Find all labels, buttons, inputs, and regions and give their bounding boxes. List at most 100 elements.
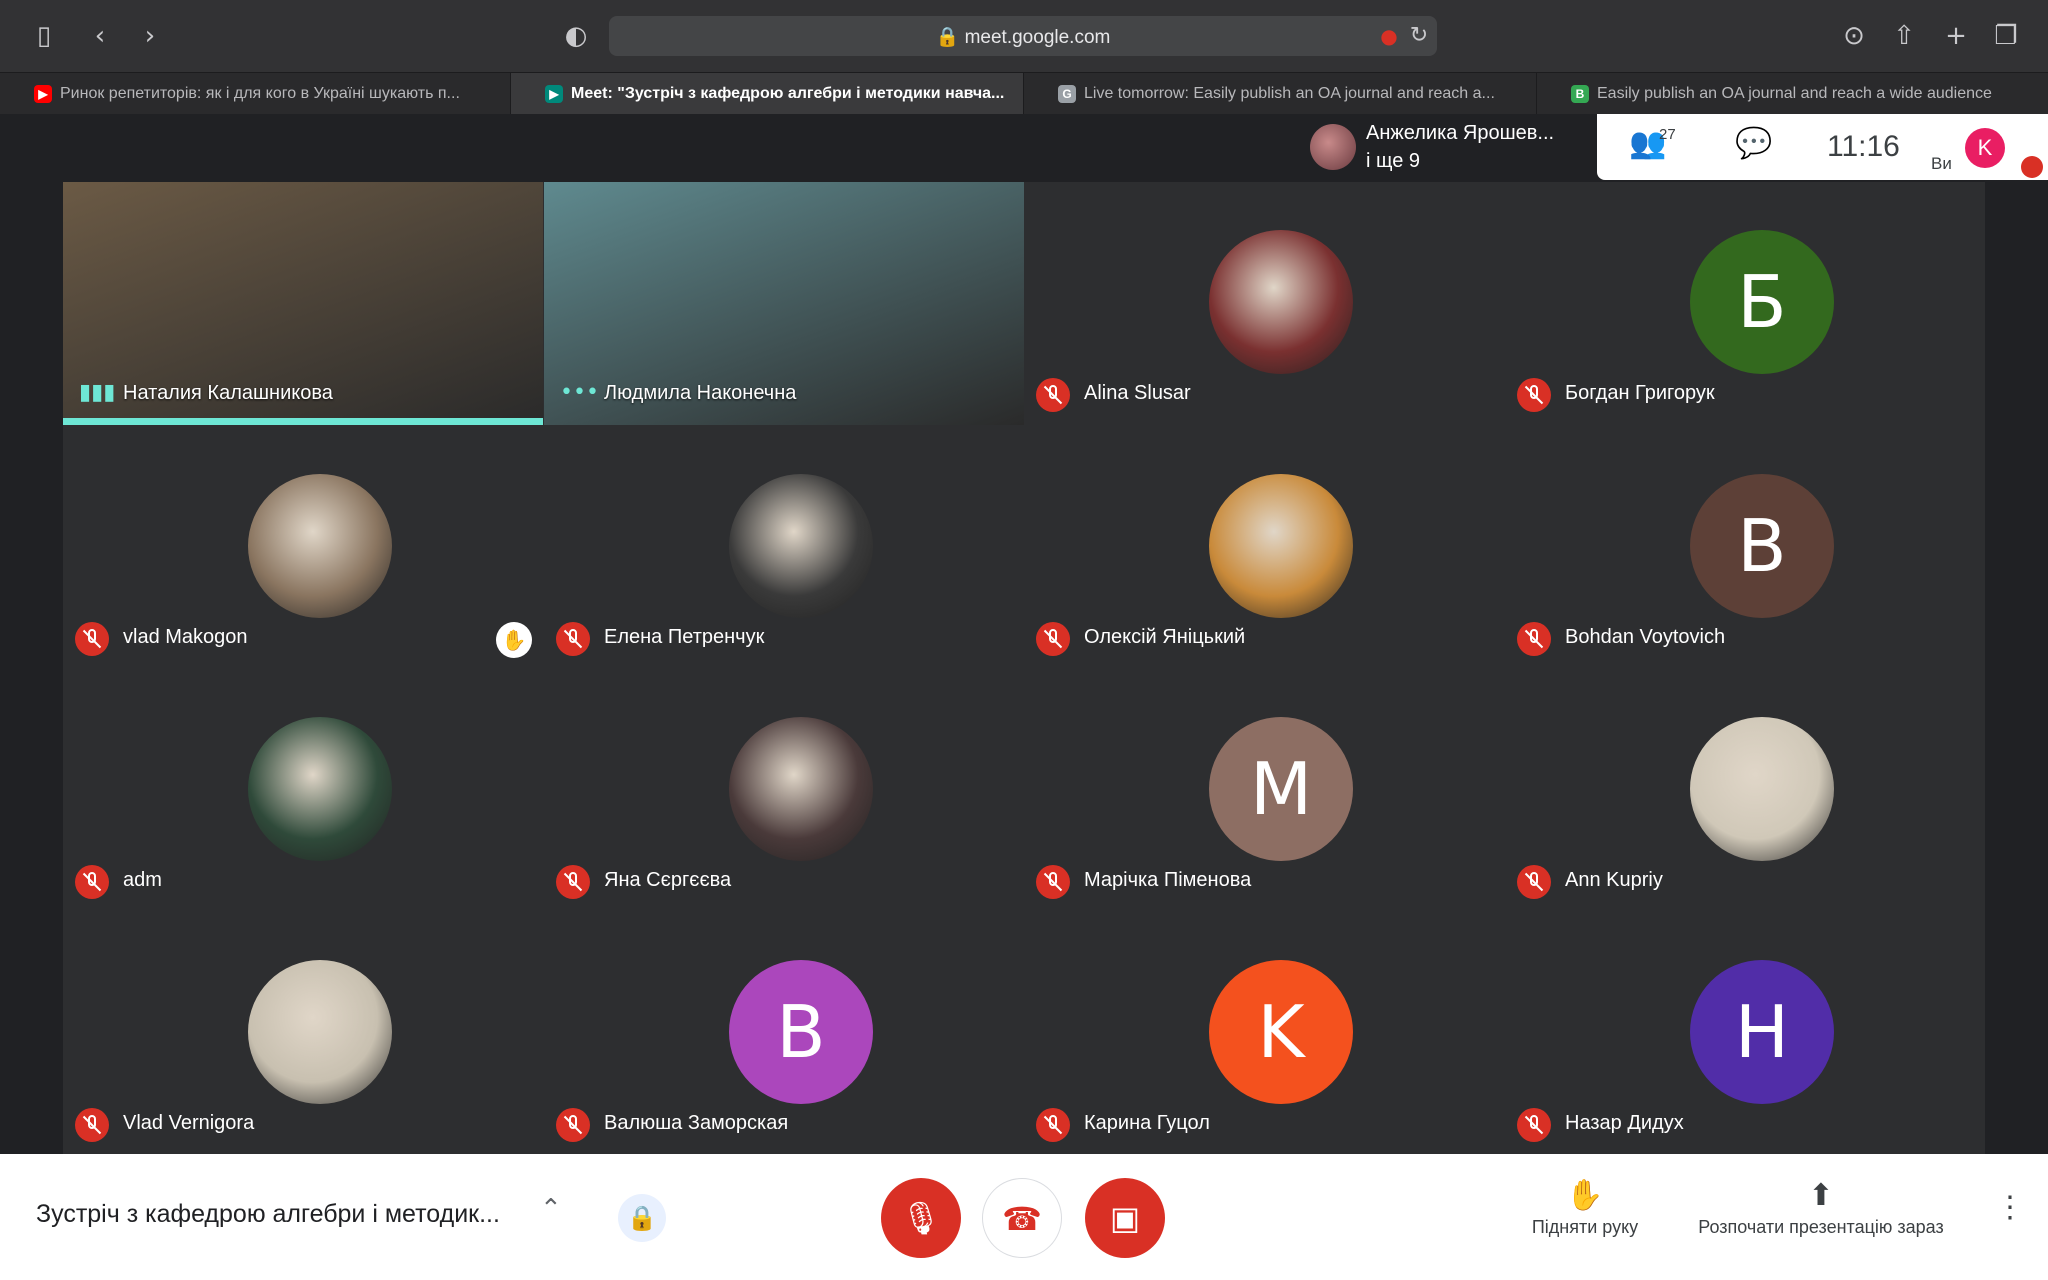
avatar xyxy=(729,474,873,618)
participant-tile[interactable]: ••• Людмила Наконечна xyxy=(544,182,1024,425)
mic-off-icon: 🎙 xyxy=(900,1199,942,1237)
tab-youtube[interactable]: ▶ Ринок репетиторів: як і для кого в Укра… xyxy=(0,73,511,115)
avatar: B xyxy=(1690,474,1834,618)
tab-meet[interactable]: ▶ Meet: "Зустріч з кафедрою алгебри і мет… xyxy=(511,73,1024,115)
avatar: K xyxy=(1209,960,1353,1104)
participant-name: adm xyxy=(123,869,162,891)
participant-tile[interactable]: Елена Петренчук ✋ xyxy=(496,426,1024,669)
chevron-up-icon[interactable]: ⌃ xyxy=(540,1194,562,1224)
present-label: Розпочати презентацію зараз xyxy=(1698,1217,1944,1237)
participant-name: Карина Гуцол xyxy=(1084,1112,1210,1134)
participant-tile[interactable]: Vlad Vernigora xyxy=(63,912,543,1155)
avatar xyxy=(248,960,392,1104)
participant-tile[interactable]: adm xyxy=(63,669,543,912)
dots-icon: ••• xyxy=(560,380,599,405)
avatar: B xyxy=(729,960,873,1104)
avatar xyxy=(1690,717,1834,861)
self-avatar: K xyxy=(1965,128,2005,168)
muted-mic-icon xyxy=(556,865,590,899)
raise-hand-label: Підняти руку xyxy=(1531,1217,1639,1237)
share-icon[interactable]: ⇧ xyxy=(1888,20,1920,52)
participant-tile[interactable]: M Марічка Піменова xyxy=(1024,669,1504,912)
avatar: Б xyxy=(1690,230,1834,374)
back-icon[interactable]: ‹ xyxy=(84,20,116,52)
self-muted-icon xyxy=(2021,156,2043,178)
bottom-bar: Зустріч з кафедрою алгебри і методик... … xyxy=(0,1154,2048,1280)
participant-tile[interactable]: ▮▮▮ Наталия Калашникова xyxy=(63,182,543,425)
camera-toggle-button[interactable]: ▣ xyxy=(1085,1178,1165,1258)
muted-mic-icon xyxy=(556,1108,590,1142)
reload-icon[interactable]: ↻ xyxy=(1403,20,1435,52)
hand-icon: ✋ xyxy=(1566,1178,1604,1213)
participant-name: Наталия Калашникова xyxy=(123,382,333,404)
tab-overview-icon[interactable]: ❐ xyxy=(1990,20,2022,52)
overflow-name: Анжелика Ярошев... xyxy=(1366,122,1555,144)
tab-label: Meet: "Зустріч з кафедрою алгебри і мето… xyxy=(571,85,1005,102)
participant-name: Елена Петренчук xyxy=(604,626,765,648)
meet-stage: Анжелика Ярошев... і ще 9 👥 27 💬 11:16 K… xyxy=(0,114,2048,1154)
participant-tile[interactable]: H Назар Дидух xyxy=(1505,912,1985,1155)
speaking-indicator xyxy=(63,418,543,425)
muted-mic-icon xyxy=(1517,865,1551,899)
raised-hand-icon: ✋ xyxy=(496,622,532,658)
muted-mic-icon xyxy=(1517,622,1551,656)
participant-name: Яна Сєргєєва xyxy=(604,869,732,891)
url-label: meet.google.com xyxy=(964,27,1111,48)
youtube-icon: ▶ xyxy=(34,85,52,103)
tab-live[interactable]: G Live tomorrow: Easily publish an OA jou… xyxy=(1024,73,1537,115)
raise-hand-button[interactable]: ✋ Підняти руку xyxy=(1520,1178,1650,1238)
avatar xyxy=(248,474,392,618)
tab-label: Live tomorrow: Easily publish an OA jour… xyxy=(1084,85,1495,102)
security-shield-icon[interactable]: 🔒 xyxy=(618,1194,666,1242)
participant-name: Богдан Григорук xyxy=(1565,382,1715,404)
participant-name: vlad Makogon xyxy=(123,626,248,648)
avatar xyxy=(1310,124,1356,170)
lock-icon: 🔒 xyxy=(935,27,960,48)
tab-publish[interactable]: B Easily publish an OA journal and reach … xyxy=(1537,73,2048,115)
browser-toolbar: ▯ ‹ › ◐ 🔒 meet.google.com ● ↻ ⊙ ⇧ + ❐ xyxy=(0,0,2048,72)
present-button[interactable]: ⬆ Розпочати презентацію зараз xyxy=(1686,1178,1956,1238)
url-text: 🔒 meet.google.com xyxy=(609,25,1437,49)
more-options-icon[interactable]: ⋮ xyxy=(1995,1190,2025,1225)
muted-mic-icon xyxy=(75,1108,109,1142)
mic-toggle-button[interactable]: 🎙 xyxy=(881,1178,961,1258)
tab-label: Easily publish an OA journal and reach a… xyxy=(1597,85,1992,102)
participant-tile[interactable]: vlad Makogon xyxy=(63,426,543,669)
participant-tile[interactable]: B Bohdan Voytovich xyxy=(1505,426,1985,669)
forward-icon[interactable]: › xyxy=(134,20,166,52)
participant-tile[interactable]: K Карина Гуцол xyxy=(1024,912,1504,1155)
participant-tile[interactable]: Олексій Яніцький xyxy=(1024,426,1504,669)
meet-icon: ▶ xyxy=(545,85,563,103)
participant-tile[interactable]: B Валюша Заморская xyxy=(544,912,1024,1155)
sidebar-toggle-icon[interactable]: ▯ xyxy=(28,20,60,52)
participant-name: Ann Kupriy xyxy=(1565,869,1663,891)
avatar: M xyxy=(1209,717,1353,861)
chat-icon[interactable]: 💬 xyxy=(1735,126,1772,161)
meeting-title[interactable]: Зустріч з кафедрою алгебри і методик... xyxy=(36,1200,500,1229)
muted-mic-icon xyxy=(1517,1108,1551,1142)
participant-tile[interactable]: Alina Slusar xyxy=(1024,182,1504,425)
browser-chrome: ▯ ‹ › ◐ 🔒 meet.google.com ● ↻ ⊙ ⇧ + ❐ ▶ Р… xyxy=(0,0,2048,115)
downloads-icon[interactable]: ⊙ xyxy=(1838,20,1870,52)
self-label: Ви xyxy=(1931,154,1952,173)
participant-tile[interactable]: Яна Сєргєєва xyxy=(544,669,1024,912)
b-icon: B xyxy=(1571,85,1589,103)
g-icon: G xyxy=(1058,85,1076,103)
address-bar[interactable]: 🔒 meet.google.com ● ↻ xyxy=(609,16,1437,56)
privacy-shield-icon[interactable]: ◐ xyxy=(560,20,592,52)
mic-in-use-icon[interactable]: ● xyxy=(1373,20,1405,52)
new-tab-icon[interactable]: + xyxy=(1940,20,1972,52)
avatar xyxy=(1209,474,1353,618)
participant-name: Олексій Яніцький xyxy=(1084,626,1246,648)
tab-label: Ринок репетиторів: як і для кого в Украї… xyxy=(60,85,460,102)
phone-hangup-icon: ☎ xyxy=(1002,1200,1042,1238)
overflow-participants-card[interactable]: Анжелика Ярошев... і ще 9 xyxy=(1298,114,1596,180)
participant-name: Bohdan Voytovich xyxy=(1565,626,1726,648)
participant-tile[interactable]: Ann Kupriy xyxy=(1505,669,1985,912)
avatar xyxy=(248,717,392,861)
participant-name: Назар Дидух xyxy=(1565,1112,1684,1134)
muted-mic-icon xyxy=(75,865,109,899)
participant-tile[interactable]: Б Богдан Григорук xyxy=(1505,182,1985,425)
leave-call-button[interactable]: ☎ xyxy=(982,1178,1062,1258)
muted-mic-icon xyxy=(75,622,109,656)
